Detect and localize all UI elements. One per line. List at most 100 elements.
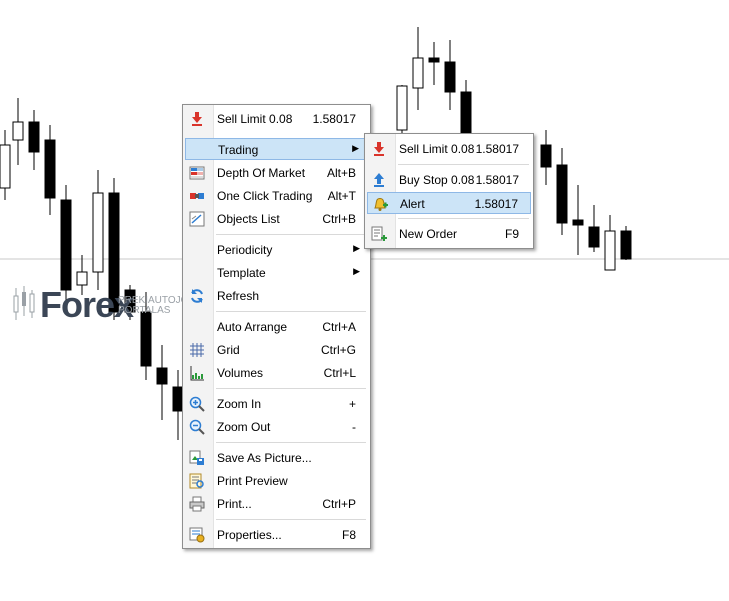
menu-item-properties[interactable]: Properties... F8 bbox=[185, 524, 368, 546]
candle-body bbox=[444, 61, 456, 93]
menu-separator bbox=[398, 164, 529, 165]
menu-item-save-as-picture[interactable]: Save As Picture... bbox=[185, 447, 368, 469]
menu-separator bbox=[216, 311, 366, 312]
menu-item-label: Volumes bbox=[217, 366, 264, 380]
submenu-item-price: 1.58017 bbox=[475, 142, 519, 156]
menu-item-label: Depth Of Market bbox=[217, 166, 306, 180]
submenu-arrow-icon: ▶ bbox=[352, 143, 359, 153]
menu-item-one-click-trading[interactable]: One Click Trading Alt+T bbox=[185, 185, 368, 207]
candle bbox=[28, 110, 40, 170]
logo-subtitle: PREKIAUTOJO PORTALAS bbox=[118, 296, 188, 316]
menu-item-auto-arrange[interactable]: Auto Arrange Ctrl+A bbox=[185, 316, 368, 338]
submenu-item-buy-stop[interactable]: Buy Stop 0.08 1.58017 bbox=[367, 169, 531, 191]
menu-item-label: Template bbox=[217, 266, 266, 280]
candle bbox=[604, 215, 616, 271]
submenu-item-label: Buy Stop 0.08 bbox=[399, 173, 475, 187]
menu-item-label: Sell Limit 0.08 bbox=[217, 112, 293, 126]
logo-subtitle-line2: PORTALAS bbox=[118, 305, 171, 316]
menu-item-price: 1.58017 bbox=[312, 112, 356, 126]
menu-item-label: Periodicity bbox=[217, 243, 273, 257]
candle-body bbox=[460, 91, 472, 138]
zoom-out-icon bbox=[189, 419, 205, 435]
menu-item-shortcut: Ctrl+L bbox=[323, 366, 356, 380]
candle bbox=[444, 40, 456, 110]
menu-item-shortcut: Ctrl+B bbox=[322, 212, 356, 226]
candle bbox=[92, 170, 104, 290]
menu-item-label: Grid bbox=[217, 343, 240, 357]
menu-item-volumes[interactable]: Volumes Ctrl+L bbox=[185, 362, 368, 384]
menu-item-shortcut: + bbox=[348, 397, 356, 411]
submenu-item-sell-limit[interactable]: Sell Limit 0.08 1.58017 bbox=[367, 138, 531, 160]
properties-icon bbox=[189, 527, 205, 543]
candle bbox=[0, 130, 11, 200]
menu-item-shortcut: Alt+T bbox=[327, 189, 356, 203]
submenu-item-new-order[interactable]: New Order F9 bbox=[367, 223, 531, 245]
candle bbox=[428, 42, 440, 85]
candle-body bbox=[588, 226, 600, 248]
submenu-arrow-icon: ▶ bbox=[353, 243, 360, 253]
menu-item-print-preview[interactable]: Print Preview bbox=[185, 470, 368, 492]
alert-bell-icon bbox=[374, 198, 388, 211]
menu-item-grid[interactable]: Grid Ctrl+G bbox=[185, 339, 368, 361]
candle bbox=[588, 205, 600, 252]
save-picture-icon bbox=[189, 450, 204, 465]
menu-item-shortcut: - bbox=[352, 420, 356, 434]
menu-separator bbox=[216, 442, 366, 443]
menu-item-sell-limit[interactable]: Sell Limit 0.08 1.58017 bbox=[185, 108, 368, 130]
candle-body bbox=[428, 57, 440, 63]
menu-item-label: Print Preview bbox=[217, 474, 288, 488]
submenu-item-alert[interactable]: Alert 1.58017 bbox=[367, 192, 531, 214]
trading-submenu: Sell Limit 0.08 1.58017 Buy Stop 0.08 1.… bbox=[364, 133, 534, 249]
one-click-icon bbox=[190, 193, 204, 199]
candle-body bbox=[540, 144, 552, 168]
new-order-icon bbox=[371, 226, 387, 241]
candle bbox=[572, 185, 584, 255]
menu-item-label: Print... bbox=[217, 497, 252, 511]
zoom-in-icon bbox=[189, 396, 205, 412]
refresh-icon bbox=[191, 289, 203, 303]
menu-item-label: One Click Trading bbox=[217, 189, 313, 203]
menu-separator bbox=[216, 519, 366, 520]
candle bbox=[556, 148, 568, 235]
menu-item-template[interactable]: Template ▶ bbox=[185, 262, 368, 284]
menu-item-label: Zoom In bbox=[217, 397, 262, 411]
submenu-item-shortcut: F9 bbox=[504, 227, 519, 241]
menu-item-zoom-out[interactable]: Zoom Out - bbox=[185, 416, 368, 438]
menu-item-trading[interactable]: Trading ▶ bbox=[185, 138, 368, 160]
candle bbox=[412, 27, 424, 110]
candle-body bbox=[92, 192, 104, 273]
candle-body bbox=[556, 164, 568, 224]
menu-separator bbox=[398, 218, 529, 219]
candle-body bbox=[44, 139, 56, 199]
menu-item-shortcut: Alt+B bbox=[326, 166, 356, 180]
menu-item-objects-list[interactable]: Objects List Ctrl+B bbox=[185, 208, 368, 230]
menu-item-shortcut: F8 bbox=[341, 528, 356, 542]
menu-item-print[interactable]: Print... Ctrl+P bbox=[185, 493, 368, 515]
candle-body bbox=[412, 57, 424, 89]
menu-item-label: Zoom Out bbox=[217, 420, 271, 434]
menu-item-label: Objects List bbox=[217, 212, 280, 226]
grid-icon bbox=[190, 343, 204, 357]
volumes-icon bbox=[190, 366, 204, 381]
menu-separator bbox=[216, 234, 366, 235]
menu-item-label: Refresh bbox=[217, 289, 260, 303]
candle-body bbox=[620, 230, 632, 260]
menu-item-periodicity[interactable]: Periodicity ▶ bbox=[185, 239, 368, 261]
depth-of-market-icon bbox=[189, 166, 205, 180]
forex-logo: Forex PREKIAUTOJO PORTALAS bbox=[12, 282, 192, 326]
sell-arrow-icon bbox=[192, 112, 202, 126]
print-preview-icon bbox=[189, 473, 204, 489]
menu-item-refresh[interactable]: Refresh bbox=[185, 285, 368, 307]
candle-body bbox=[28, 121, 40, 153]
menu-separator bbox=[216, 388, 366, 389]
menu-item-shortcut: Ctrl+G bbox=[320, 343, 356, 357]
buy-arrow-icon bbox=[374, 173, 384, 187]
objects-list-icon bbox=[189, 211, 205, 227]
candle-body bbox=[60, 199, 72, 291]
menu-item-depth-of-market[interactable]: Depth Of Market Alt+B bbox=[185, 162, 368, 184]
menu-item-shortcut: Ctrl+A bbox=[322, 320, 356, 334]
menu-item-label: Properties... bbox=[217, 528, 282, 542]
menu-item-zoom-in[interactable]: Zoom In + bbox=[185, 393, 368, 415]
candle bbox=[44, 125, 56, 215]
menu-item-label: Auto Arrange bbox=[217, 320, 288, 334]
